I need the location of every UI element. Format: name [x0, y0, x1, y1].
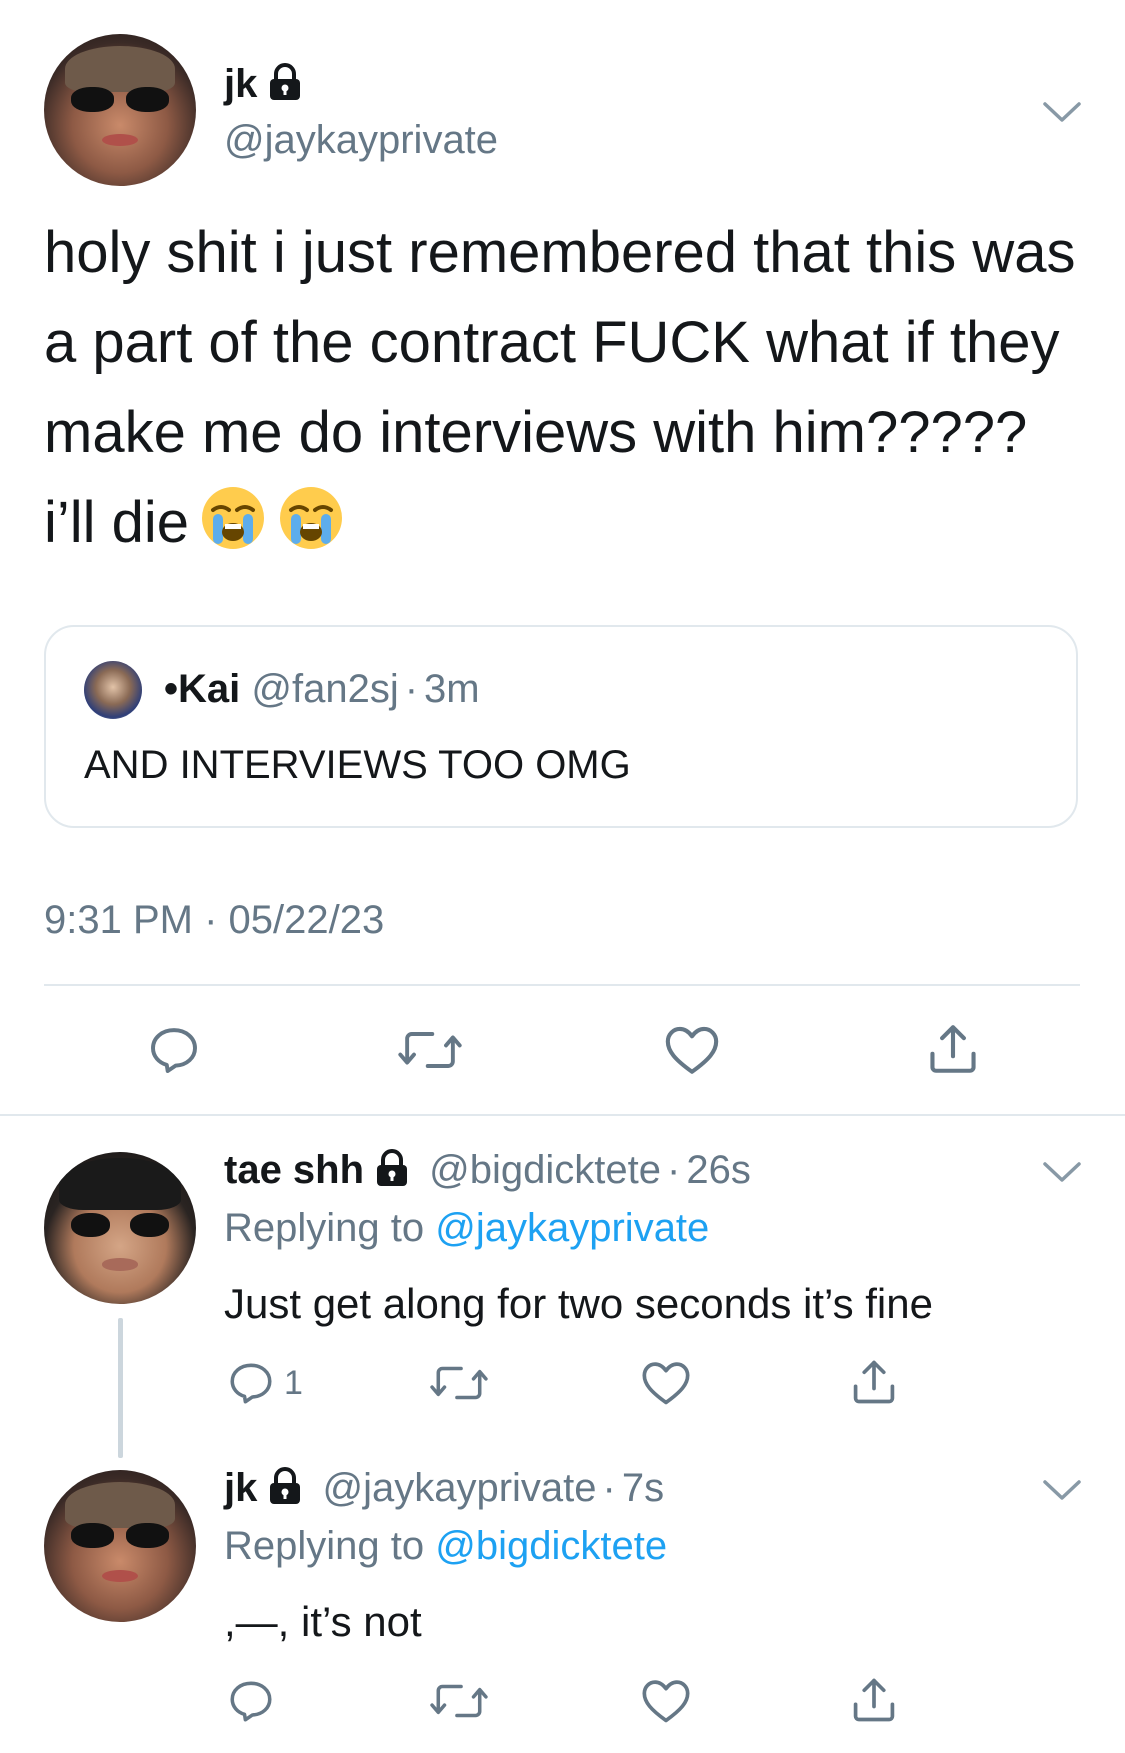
main-author-handle[interactable]: @jaykayprivate	[224, 118, 498, 163]
replying-to-line: Replying to @bigdicktete	[224, 1524, 667, 1569]
reply-icon[interactable]	[146, 1022, 202, 1078]
share-icon[interactable]	[848, 1674, 900, 1726]
reply-header: jk @jaykayprivate · 7s	[224, 1466, 664, 1515]
quoted-tweet[interactable]: •Kai @fan2sj · 3m AND INTERVIEWS TOO OMG	[44, 625, 1078, 828]
loudly-crying-face-icon	[199, 484, 267, 578]
main-author-display-name[interactable]: jk	[224, 62, 257, 106]
main-author-avatar[interactable]	[44, 34, 196, 186]
chevron-down-icon[interactable]	[1042, 1478, 1082, 1502]
quoted-tweet-text: AND INTERVIEWS TOO OMG	[84, 743, 631, 787]
divider	[44, 984, 1080, 986]
reply-author-handle[interactable]: @bigdicktete	[429, 1148, 661, 1192]
reply-author-avatar[interactable]	[44, 1152, 196, 1304]
reply-author-display-name[interactable]: tae shh	[224, 1148, 364, 1192]
replying-to-label: Replying to	[224, 1524, 425, 1568]
reply-time: 26s	[686, 1148, 751, 1192]
replying-to-label: Replying to	[224, 1206, 425, 1250]
main-author-name-row[interactable]: jk	[224, 62, 303, 107]
like-icon[interactable]	[663, 1022, 721, 1078]
share-icon[interactable]	[848, 1356, 900, 1408]
reply-text: ,—, it’s not	[224, 1598, 422, 1645]
quoted-author-avatar	[84, 661, 142, 719]
separator-dot: ·	[602, 1466, 616, 1510]
reply-author-avatar[interactable]	[44, 1470, 196, 1622]
reply-header: tae shh @bigdicktete · 26s	[224, 1148, 751, 1197]
retweet-icon[interactable]	[430, 1676, 488, 1726]
reply-icon[interactable]	[226, 1676, 276, 1726]
quoted-author-handle: @fan2sj	[251, 667, 399, 711]
chevron-down-icon[interactable]	[1042, 1160, 1082, 1184]
reply-time: 7s	[621, 1466, 665, 1510]
loudly-crying-face-icon	[277, 484, 345, 578]
lock-icon	[267, 63, 303, 106]
thread-line	[118, 1318, 123, 1458]
separator-dot: ·	[667, 1148, 681, 1192]
reply-author-display-name[interactable]: jk	[224, 1466, 257, 1510]
like-icon[interactable]	[640, 1358, 692, 1408]
replying-to-line: Replying to @jaykayprivate	[224, 1206, 709, 1251]
quoted-tweet-time: 3m	[424, 667, 480, 711]
like-icon[interactable]	[640, 1676, 692, 1726]
reply-author-handle[interactable]: @jaykayprivate	[322, 1466, 596, 1510]
retweet-icon[interactable]	[398, 1022, 462, 1078]
retweet-icon[interactable]	[430, 1358, 488, 1408]
replying-to-link[interactable]: @jaykayprivate	[435, 1206, 709, 1250]
divider	[0, 1114, 1125, 1116]
replying-to-link[interactable]: @bigdicktete	[435, 1524, 667, 1568]
quoted-author-row: •Kai @fan2sj · 3m	[164, 667, 480, 712]
main-tweet-text: holy shit i just remembered that this wa…	[44, 208, 1084, 578]
lock-icon	[267, 1467, 303, 1515]
reply-icon[interactable]	[226, 1358, 276, 1408]
lock-icon	[374, 1149, 410, 1197]
reply-count: 1	[284, 1364, 303, 1402]
tweet-timestamp[interactable]: 9:31 PM · 05/22/23	[44, 898, 384, 943]
share-icon[interactable]	[924, 1020, 982, 1078]
separator-dot: ·	[404, 667, 419, 711]
chevron-down-icon[interactable]	[1042, 100, 1082, 124]
quoted-author-display-name: •Kai	[164, 667, 241, 711]
reply-text: Just get along for two seconds it’s fine	[224, 1280, 933, 1327]
